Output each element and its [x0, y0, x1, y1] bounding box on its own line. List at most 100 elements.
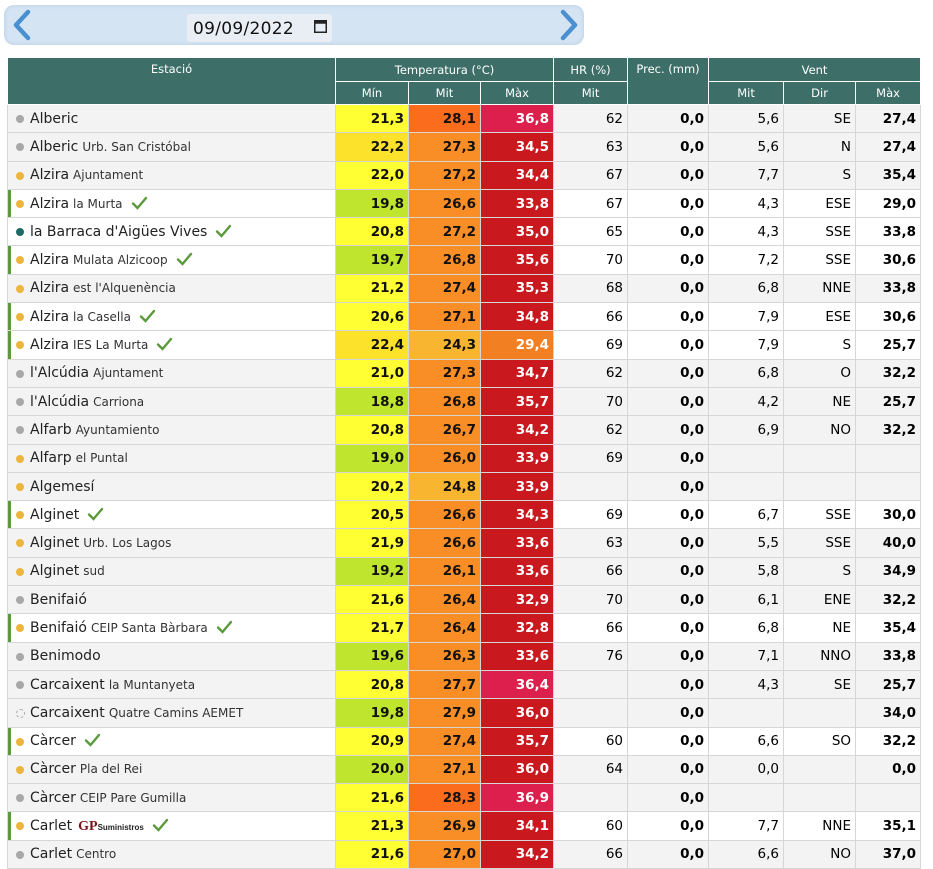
station-name[interactable]: l'Alcúdia — [30, 365, 89, 381]
station-name[interactable]: Càrcer — [30, 733, 76, 749]
table-row[interactable]: Benifaió 21,6 26,4 32,9 70 0,0 6,1 ENE 32,2 — [7, 585, 922, 615]
station-cell[interactable]: Càrcer CEIP Pare Gumilla — [7, 783, 336, 813]
wind-mit-header[interactable]: Mit — [708, 81, 785, 105]
station-cell[interactable]: Alfarb Ayuntamiento — [7, 415, 336, 445]
station-cell[interactable]: Alfarp el Puntal — [7, 443, 336, 473]
next-day-button[interactable] — [555, 8, 583, 42]
station-cell[interactable]: Alginet sud — [7, 556, 336, 587]
station-cell[interactable]: Alberic Urb. San Cristóbal — [7, 132, 336, 162]
station-cell[interactable]: Alzira la Murta — [7, 188, 336, 219]
table-row[interactable]: Benimodo 19,6 26,3 33,6 76 0,0 7,1 NNO 33,8 — [7, 641, 922, 671]
table-row[interactable]: Alberic Urb. San Cristóbal 22,2 27,3 34,5 63 0… — [7, 132, 922, 162]
station-cell[interactable]: Alzira est l'Alquenència — [7, 273, 336, 304]
temp-max-header[interactable]: Màx — [479, 81, 555, 105]
table-row[interactable]: Carlet GPSuministros 21,3 26,9 34,1 60 0,0 7,7 N… — [7, 811, 922, 841]
station-header[interactable]: Estació — [7, 57, 336, 105]
station-name[interactable]: Algemesí — [30, 479, 94, 495]
calendar-icon[interactable] — [314, 19, 327, 33]
table-row[interactable]: Alzira est l'Alquenència 21,2 27,4 35,3 68 0,0… — [7, 273, 922, 304]
hr-mit-header[interactable]: Mit — [553, 81, 629, 105]
station-cell[interactable]: Alzira Ajuntament — [7, 160, 336, 190]
table-row[interactable]: Alfarp el Puntal 19,0 26,0 33,9 69 0,0 — [7, 443, 922, 473]
station-status-dot — [16, 115, 24, 123]
station-name[interactable]: Alginet — [30, 563, 79, 579]
temp-mit-header[interactable]: Mit — [408, 81, 481, 105]
station-cell[interactable]: Carcaixent la Muntanyeta — [7, 669, 336, 700]
temp-max-cell: 34,1 — [479, 811, 555, 841]
station-cell[interactable]: Alzira la Casella — [7, 302, 336, 332]
temp-min-cell: 20,8 — [335, 669, 409, 700]
table-row[interactable]: Alzira Ajuntament 22,0 27,2 34,4 67 0,0 7,7 S 35,… — [7, 160, 922, 190]
station-cell[interactable]: l'Alcúdia Carriona — [7, 386, 336, 417]
station-cell[interactable]: Alzira Mulata Alzicoop — [7, 245, 336, 275]
table-row[interactable]: Alberic 21,3 28,1 36,8 62 0,0 5,6 SE 27,4 — [7, 103, 922, 134]
table-row[interactable]: Càrcer 20,9 27,4 35,7 60 0,0 6,6 SO 32,2 — [7, 726, 922, 756]
table-row[interactable]: l'Alcúdia Ajuntament 21,0 27,3 34,7 62 0,0 6,8 O… — [7, 358, 922, 388]
station-cell[interactable]: Càrcer — [7, 726, 336, 756]
station-name[interactable]: Carcaixent — [30, 705, 105, 721]
station-cell[interactable]: Benimodo — [7, 641, 336, 671]
station-name[interactable]: Alberic — [30, 111, 78, 127]
station-name[interactable]: Alzira — [30, 252, 69, 268]
table-row[interactable]: Carcaixent la Muntanyeta 20,8 27,7 36,4 0,0 4,… — [7, 669, 922, 700]
station-cell[interactable]: Carcaixent Quatre Camins AEMET — [7, 698, 336, 728]
table-row[interactable]: Carlet Centro 21,6 27,0 34,2 66 0,0 6,6 NO 37,0 — [7, 839, 922, 869]
station-name[interactable]: Carlet — [30, 846, 72, 862]
table-row[interactable]: Càrcer CEIP Pare Gumilla 21,6 28,3 36,9 0,0 — [7, 783, 922, 813]
station-name[interactable]: la Barraca d'Aigües Vives — [30, 224, 207, 240]
hr-cell — [553, 471, 629, 502]
station-name[interactable]: Benifaió — [30, 620, 87, 636]
station-name[interactable]: Alzira — [30, 280, 69, 296]
station-name[interactable]: Càrcer — [30, 761, 76, 777]
table-row[interactable]: Càrcer Pla del Rei 20,0 27,1 36,0 64 0,0 0,0 0,0 — [7, 754, 922, 785]
station-name[interactable]: Carcaixent — [30, 677, 105, 693]
station-cell[interactable]: Benifaió — [7, 585, 336, 615]
wind-max-header[interactable]: Màx — [855, 81, 922, 105]
date-input[interactable]: 09/09/2022 — [187, 14, 332, 42]
table-row[interactable]: Alzira la Murta 19,8 26,6 33,8 67 0,0 4,3 ESE 29,… — [7, 188, 922, 219]
wind-dir-header[interactable]: Dir — [783, 81, 857, 105]
station-name[interactable]: Alzira — [30, 167, 69, 183]
table-row[interactable]: Alginet 20,5 26,6 34,3 69 0,0 6,7 SSE 30,0 — [7, 500, 922, 530]
table-row[interactable]: Benifaió CEIP Santa Bàrbara 21,7 26,4 32,8 66… — [7, 613, 922, 643]
station-name[interactable]: Alzira — [30, 196, 69, 212]
table-row[interactable]: Alzira IES La Murta 22,4 24,3 29,4 69 0,0 7,9 S 2… — [7, 330, 922, 360]
table-row[interactable]: la Barraca d'Aigües Vives 20,8 27,2 35,0 65 0… — [7, 217, 922, 247]
table-row[interactable]: Carcaixent Quatre Camins AEMET 19,8 27,9 36,… — [7, 698, 922, 728]
station-cell[interactable]: l'Alcúdia Ajuntament — [7, 358, 336, 388]
hr-cell: 70 — [553, 585, 629, 615]
station-cell[interactable]: Alginet Urb. Los Lagos — [7, 528, 336, 558]
station-name[interactable]: l'Alcúdia — [30, 394, 89, 410]
station-cell[interactable]: Carlet GPSuministros — [7, 811, 336, 841]
station-cell[interactable]: Algemesí — [7, 471, 336, 502]
station-cell[interactable]: Benifaió CEIP Santa Bàrbara — [7, 613, 336, 643]
temp-min-cell: 21,3 — [335, 103, 409, 134]
station-name[interactable]: Alzira — [30, 337, 69, 353]
station-name[interactable]: Benifaió — [30, 592, 87, 608]
station-cell[interactable]: la Barraca d'Aigües Vives — [7, 217, 336, 247]
table-row[interactable]: Alginet sud 19,2 26,1 33,6 66 0,0 5,8 S 34,9 — [7, 556, 922, 587]
station-cell[interactable]: Alzira IES La Murta — [7, 330, 336, 360]
station-name[interactable]: Alginet — [30, 535, 79, 551]
station-name[interactable]: Carlet — [30, 818, 72, 834]
station-name[interactable]: Alzira — [30, 309, 69, 325]
temp-min-header[interactable]: Mín — [335, 81, 409, 105]
station-name[interactable]: Benimodo — [30, 648, 101, 664]
table-row[interactable]: Alfarb Ayuntamiento 20,8 26,7 34,2 62 0,0 6,9 NO… — [7, 415, 922, 445]
table-row[interactable]: Alzira Mulata Alzicoop 19,7 26,8 35,6 70 0,0 7,… — [7, 245, 922, 275]
wind-mit-cell — [708, 443, 785, 473]
station-name[interactable]: Alfarb — [30, 422, 72, 438]
station-cell[interactable]: Alberic — [7, 103, 336, 134]
station-cell[interactable]: Carlet Centro — [7, 839, 336, 869]
table-row[interactable]: Alzira la Casella 20,6 27,1 34,8 66 0,0 7,9 ESE 3… — [7, 302, 922, 332]
table-row[interactable]: Algemesí 20,2 24,8 33,9 0,0 — [7, 471, 922, 502]
previous-day-button[interactable] — [8, 8, 36, 42]
station-name[interactable]: Càrcer — [30, 790, 76, 806]
station-name[interactable]: Alfarp — [30, 450, 72, 466]
station-cell[interactable]: Alginet — [7, 500, 336, 530]
station-name[interactable]: Alberic — [30, 139, 78, 155]
station-name[interactable]: Alginet — [30, 507, 79, 523]
station-cell[interactable]: Càrcer Pla del Rei — [7, 754, 336, 785]
table-row[interactable]: Alginet Urb. Los Lagos 21,9 26,6 33,6 63 0,0 5,… — [7, 528, 922, 558]
table-row[interactable]: l'Alcúdia Carriona 18,8 26,8 35,7 70 0,0 4,2 NE 2… — [7, 386, 922, 417]
